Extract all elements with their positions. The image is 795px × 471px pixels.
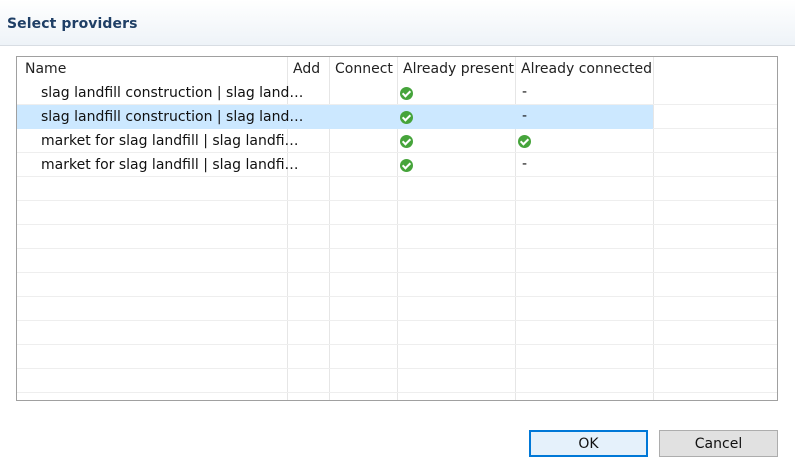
provider-name: slag landfill construction | slag land… — [41, 85, 304, 101]
dialog-title: Select providers — [7, 16, 138, 32]
row-separator — [17, 272, 777, 273]
row-separator — [17, 368, 777, 369]
table-row[interactable]: slag landfill construction | slag land… … — [17, 81, 653, 105]
table-row[interactable]: market for slag landfill | slag landfi… — [17, 129, 653, 153]
row-separator — [17, 392, 777, 393]
row-separator — [17, 344, 777, 345]
check-icon — [518, 135, 531, 148]
provider-name: market for slag landfill | slag landfi… — [41, 157, 299, 173]
row-separator — [17, 296, 777, 297]
row-separator — [17, 320, 777, 321]
provider-name: slag landfill construction | slag land… — [41, 109, 304, 125]
column-header-connect[interactable]: Connect — [335, 61, 393, 77]
already-connected-value: - — [522, 84, 528, 100]
column-header-already-connected[interactable]: Already connected — [521, 61, 652, 77]
cancel-button[interactable]: Cancel — [659, 430, 778, 457]
already-connected-value: - — [522, 108, 528, 124]
already-connected-value: - — [522, 156, 528, 172]
column-header-already-present[interactable]: Already present — [403, 61, 514, 77]
check-icon — [400, 111, 413, 124]
check-icon — [400, 159, 413, 172]
column-header-name[interactable]: Name — [25, 61, 66, 77]
ok-button[interactable]: OK — [529, 430, 648, 457]
providers-table[interactable]: Name Add Connect Already present Already… — [16, 56, 778, 401]
column-separator[interactable] — [653, 57, 654, 400]
row-separator — [17, 248, 777, 249]
provider-name: market for slag landfill | slag landfi… — [41, 133, 299, 149]
check-icon — [400, 135, 413, 148]
table-row[interactable]: market for slag landfill | slag landfi… … — [17, 153, 653, 177]
column-header-add[interactable]: Add — [293, 61, 320, 77]
table-row-selected[interactable]: slag landfill construction | slag land… … — [17, 105, 653, 129]
row-separator — [17, 200, 777, 201]
check-icon — [400, 87, 413, 100]
dialog-header: Select providers — [0, 0, 795, 46]
row-separator — [17, 224, 777, 225]
